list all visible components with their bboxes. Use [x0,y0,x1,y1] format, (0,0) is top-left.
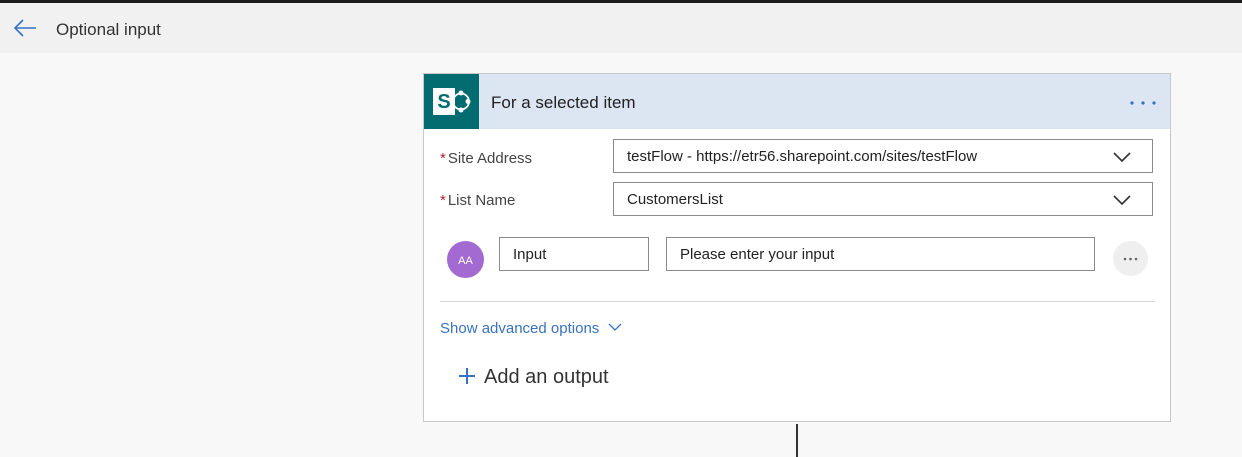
more-options-icon [1130,101,1156,105]
back-button[interactable] [10,13,40,43]
page-title: Optional input [56,20,161,39]
sharepoint-icon: S [424,74,479,129]
site-address-dropdown[interactable]: testFlow - https://etr56.sharepoint.com/… [613,139,1153,173]
page-header: Optional input [0,3,1242,53]
list-name-label-text: List Name [447,192,516,209]
chevron-down-icon [1113,152,1131,163]
back-arrow-icon [13,19,36,37]
divider [440,301,1155,302]
list-name-value: CustomersList [627,191,723,208]
input-prompt-field[interactable] [666,237,1095,271]
trigger-title: For a selected item [491,93,636,112]
site-address-label-text: Site Address [447,150,533,167]
chevron-down-icon [1113,195,1131,206]
input-name-field[interactable] [499,237,649,271]
svg-text:S: S [437,91,450,113]
site-address-value: testFlow - https://etr56.sharepoint.com/… [627,148,978,165]
advanced-label: Show advanced options [440,320,600,337]
trigger-card: S For a selected item * Site Address test… [423,73,1171,422]
text-input-type-icon: AA [447,241,484,278]
required-asterisk: * [440,192,446,209]
more-options-button[interactable] [1128,92,1158,110]
add-output-button[interactable]: Add an output [458,366,609,389]
site-address-label: * Site Address [440,150,532,167]
list-name-label: * List Name [440,192,515,209]
add-output-label: Add an output [484,366,609,388]
list-name-dropdown[interactable]: CustomersList [613,182,1153,216]
trigger-header[interactable]: S For a selected item [424,74,1170,129]
required-asterisk: * [440,150,446,167]
chevron-down-icon [608,323,622,331]
plus-icon [459,368,475,384]
input-options-button[interactable] [1113,241,1148,276]
show-advanced-options-link[interactable]: Show advanced options [440,320,623,337]
ellipsis-icon [1123,257,1138,261]
avatar-text: AA [458,255,473,267]
flow-connector [796,424,798,457]
